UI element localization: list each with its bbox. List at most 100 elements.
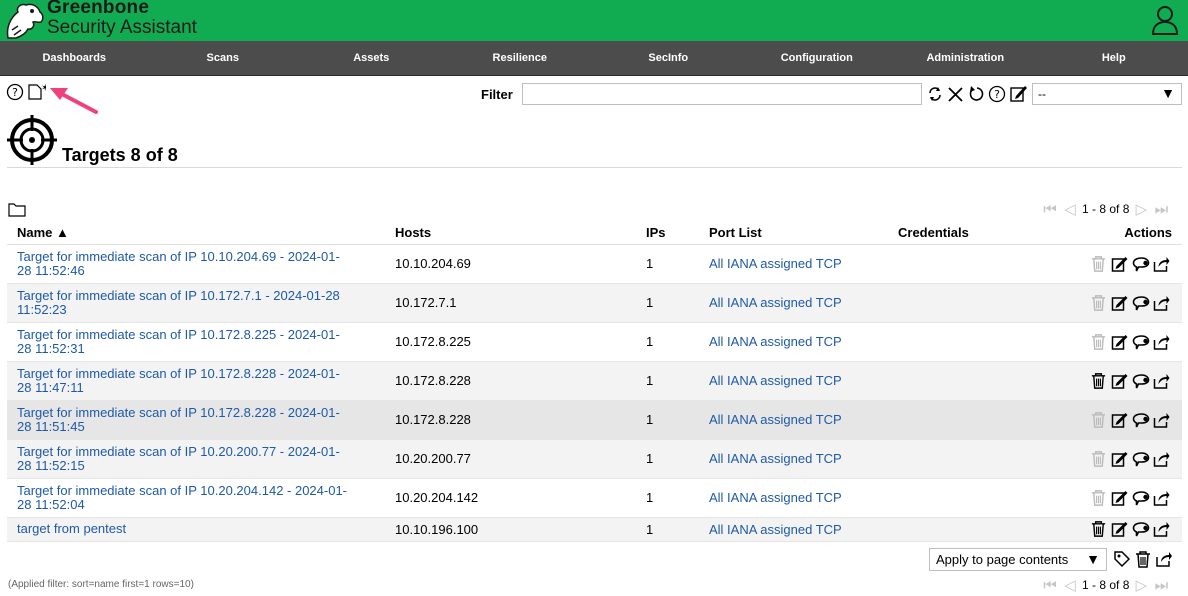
- next-page-icon[interactable]: ▷: [1131, 200, 1151, 218]
- clone-icon[interactable]: [1130, 520, 1151, 538]
- bulk-action-select[interactable]: Apply to page contents ▼: [929, 548, 1107, 571]
- port-list-link[interactable]: All IANA assigned TCP: [709, 522, 842, 537]
- target-name-line1: Target for immediate scan of IP 10.20.20…: [17, 443, 340, 459]
- clear-icon[interactable]: [946, 85, 965, 104]
- first-page-icon[interactable]: ⏮: [1040, 577, 1060, 594]
- previous-page-icon[interactable]: ◁: [1060, 576, 1080, 594]
- target-name-cell: Target for immediate scan of IP 10.172.8…: [7, 322, 385, 361]
- export-icon[interactable]: [1151, 333, 1172, 351]
- target-name-link[interactable]: target from pentest: [17, 522, 375, 536]
- actions-cell: [1068, 361, 1182, 400]
- edit-icon[interactable]: [1109, 489, 1130, 507]
- clone-icon[interactable]: [1130, 294, 1151, 312]
- clone-icon[interactable]: [1130, 372, 1151, 390]
- clone-icon[interactable]: [1130, 333, 1151, 351]
- edit-icon[interactable]: [1109, 372, 1130, 390]
- menu-secinfo[interactable]: SecInfo: [594, 41, 743, 75]
- menu-help[interactable]: Help: [1040, 41, 1188, 75]
- target-name-link[interactable]: Target for immediate scan of IP 10.172.8…: [17, 327, 375, 356]
- port-list-link[interactable]: All IANA assigned TCP: [709, 334, 842, 349]
- column-name[interactable]: Name ▲: [7, 222, 385, 245]
- filter-select[interactable]: -- ▼: [1032, 83, 1182, 105]
- clone-icon[interactable]: [1130, 450, 1151, 468]
- target-name-link[interactable]: Target for immediate scan of IP 10.20.20…: [17, 443, 375, 473]
- port-list-link[interactable]: All IANA assigned TCP: [709, 295, 842, 310]
- port-list-link[interactable]: All IANA assigned TCP: [709, 373, 842, 388]
- export-icon[interactable]: [1151, 372, 1172, 390]
- table-row: Target for immediate scan of IP 10.172.8…: [7, 400, 1182, 439]
- menu-administration[interactable]: Administration: [891, 41, 1040, 75]
- port-list-link[interactable]: All IANA assigned TCP: [709, 256, 842, 271]
- export-icon[interactable]: [1151, 489, 1172, 507]
- filter-help-icon[interactable]: ?: [988, 85, 1006, 103]
- column-port-list[interactable]: Port List: [699, 222, 888, 245]
- table-row: target from pentest 10.10.196.100 1 All …: [7, 517, 1182, 541]
- credentials-cell: [888, 478, 1068, 517]
- port-list-cell: All IANA assigned TCP: [699, 439, 888, 478]
- filter-input[interactable]: [522, 83, 922, 105]
- target-name-cell: Target for immediate scan of IP 10.20.20…: [7, 439, 385, 478]
- tag-icon[interactable]: [1113, 550, 1131, 568]
- clone-icon[interactable]: [1130, 255, 1151, 273]
- menu-scans[interactable]: Scans: [149, 41, 298, 75]
- help-icon[interactable]: ?: [6, 83, 24, 101]
- actions-cell: [1068, 478, 1182, 517]
- previous-page-icon[interactable]: ◁: [1060, 200, 1080, 218]
- target-name-line1: Target for immediate scan of IP 10.172.8…: [17, 365, 340, 381]
- edit-icon[interactable]: [1109, 411, 1130, 429]
- menu-configuration[interactable]: Configuration: [743, 41, 892, 75]
- port-list-link[interactable]: All IANA assigned TCP: [709, 412, 842, 427]
- trash-icon[interactable]: [1088, 520, 1109, 538]
- export-icon[interactable]: [1151, 520, 1172, 538]
- menu-resilience[interactable]: Resilience: [446, 41, 595, 75]
- edit-icon[interactable]: [1109, 255, 1130, 273]
- table-row: Target for immediate scan of IP 10.172.7…: [7, 283, 1182, 322]
- target-name-link[interactable]: Target for immediate scan of IP 10.172.8…: [17, 365, 375, 395]
- edit-icon[interactable]: [1109, 450, 1130, 468]
- reset-icon[interactable]: [967, 85, 985, 103]
- clone-icon[interactable]: [1130, 411, 1151, 429]
- column-ips[interactable]: IPs: [636, 222, 699, 245]
- export-icon[interactable]: [1151, 411, 1172, 429]
- greenbone-logo-icon: [6, 3, 44, 39]
- folder-icon[interactable]: [8, 201, 26, 217]
- column-credentials[interactable]: Credentials: [888, 222, 1068, 245]
- edit-icon[interactable]: [1109, 333, 1130, 351]
- trash-icon: [1091, 255, 1106, 272]
- column-hosts[interactable]: Hosts: [385, 222, 636, 245]
- menu-assets[interactable]: Assets: [297, 41, 446, 75]
- port-list-cell: All IANA assigned TCP: [699, 361, 888, 400]
- export-icon[interactable]: [1151, 450, 1172, 468]
- page-title: Targets 8 of 8: [62, 145, 178, 165]
- target-name-link[interactable]: Target for immediate scan of IP 10.172.7…: [17, 288, 375, 317]
- actions-cell: [1068, 400, 1182, 439]
- ips-cell: 1: [646, 334, 654, 349]
- pagination-text: 1 - 8 of 8: [1082, 202, 1130, 216]
- port-list-cell: All IANA assigned TCP: [699, 400, 888, 439]
- bulk-export-icon[interactable]: [1155, 550, 1173, 568]
- new-target-icon[interactable]: ✶: [27, 82, 46, 101]
- edit-icon[interactable]: [1109, 294, 1130, 312]
- port-list-link[interactable]: All IANA assigned TCP: [709, 451, 842, 466]
- export-icon[interactable]: [1151, 294, 1172, 312]
- refresh-icon[interactable]: [926, 85, 944, 103]
- user-icon[interactable]: [1151, 5, 1179, 35]
- next-page-icon[interactable]: ▷: [1131, 576, 1151, 594]
- last-page-icon[interactable]: ⏭: [1151, 201, 1171, 218]
- target-name-line2: 28 11:47:11: [17, 379, 84, 395]
- first-page-icon[interactable]: ⏮: [1040, 201, 1060, 218]
- edit-filter-icon[interactable]: [1009, 84, 1028, 103]
- edit-icon[interactable]: [1109, 520, 1130, 538]
- export-icon[interactable]: [1151, 255, 1172, 273]
- trash-icon[interactable]: [1088, 372, 1109, 390]
- pagination-text: 1 - 8 of 8: [1082, 578, 1130, 592]
- menu-dashboards[interactable]: Dashboards: [0, 41, 149, 75]
- trash-icon: [1091, 450, 1106, 467]
- port-list-link[interactable]: All IANA assigned TCP: [709, 490, 842, 505]
- target-name-link[interactable]: Target for immediate scan of IP 10.20.20…: [17, 483, 375, 512]
- clone-icon[interactable]: [1130, 489, 1151, 507]
- bulk-trash-icon[interactable]: [1134, 550, 1152, 569]
- target-name-link[interactable]: Target for immediate scan of IP 10.10.20…: [17, 249, 375, 278]
- target-name-link[interactable]: Target for immediate scan of IP 10.172.8…: [17, 405, 375, 434]
- last-page-icon[interactable]: ⏭: [1151, 577, 1171, 594]
